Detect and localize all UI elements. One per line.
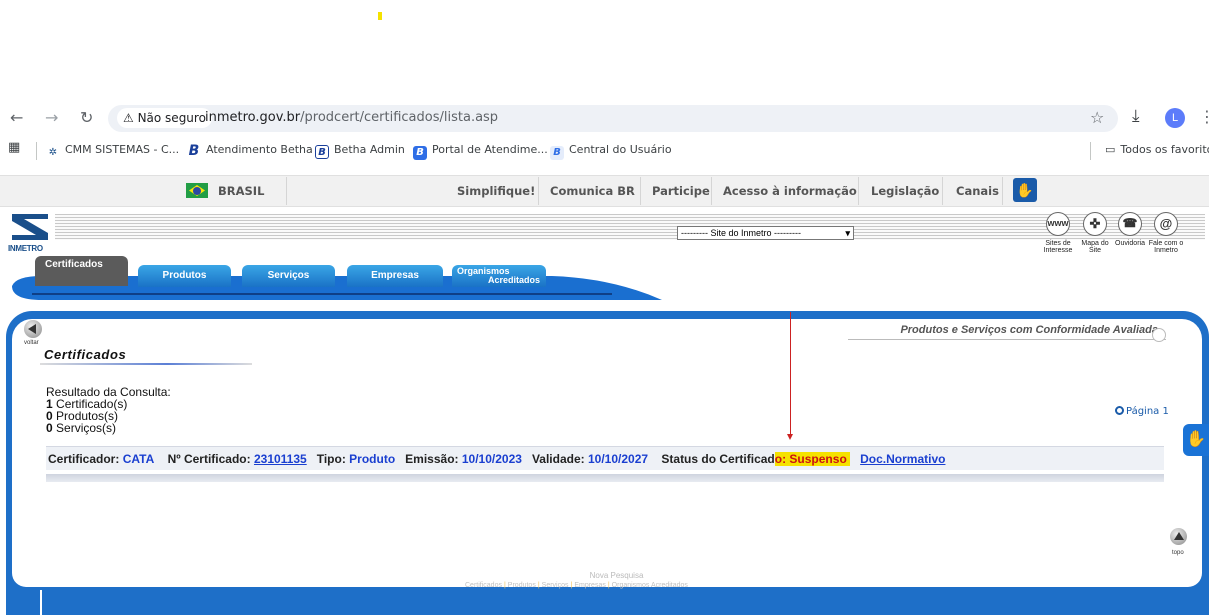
top-button-label[interactable]: topo bbox=[1172, 550, 1184, 556]
reload-icon[interactable]: ↻ bbox=[80, 108, 93, 127]
accessibility-hand-icon[interactable]: ✋ bbox=[1013, 178, 1037, 202]
accessibility-side-hand-icon[interactable]: ✋ bbox=[1183, 424, 1209, 456]
page-link[interactable]: Página 1 bbox=[1115, 406, 1169, 417]
footer-link-certificados[interactable]: Certificados bbox=[465, 582, 502, 589]
annotation-arrow bbox=[790, 312, 791, 436]
menu-kebab-icon[interactable]: ⋮ bbox=[1199, 107, 1209, 126]
back-arrow-icon[interactable]: ← bbox=[10, 108, 23, 127]
page-circle-icon bbox=[1115, 406, 1124, 415]
gov-separator bbox=[711, 177, 712, 205]
footer-link-servicos[interactable]: Serviços bbox=[542, 582, 569, 589]
betha-admin-icon: B bbox=[315, 145, 329, 159]
bookmark-separator bbox=[1090, 142, 1091, 160]
bookmark-portal-atendimento[interactable]: B Portal de Atendime... bbox=[413, 143, 548, 160]
footer-link-empresas[interactable]: Empresas bbox=[574, 582, 606, 589]
validade-value: 10/10/2027 bbox=[587, 452, 649, 466]
inmetro-logo-text: INMETRO bbox=[8, 244, 43, 253]
gov-brasil-link[interactable]: BRASIL bbox=[218, 184, 264, 198]
gov-separator bbox=[538, 177, 539, 205]
page-title: Certificados bbox=[44, 347, 127, 362]
bookmark-separator bbox=[36, 142, 37, 160]
bookmark-central-usuario[interactable]: B Central do Usuário bbox=[550, 143, 672, 160]
sites-interesse-label[interactable]: Sites de Interesse bbox=[1040, 240, 1076, 254]
gov-separator bbox=[858, 177, 859, 205]
mapa-site-icon[interactable]: ✜ bbox=[1083, 212, 1107, 236]
portal-icon: B bbox=[413, 146, 427, 160]
certificate-number-link[interactable]: 23101135 bbox=[254, 452, 307, 466]
gov-link-simplifique[interactable]: Simplifique! bbox=[457, 184, 535, 198]
all-bookmarks[interactable]: ▭Todos os favoritos bbox=[1105, 143, 1209, 156]
betha-icon: B bbox=[188, 143, 200, 159]
profile-avatar[interactable]: L bbox=[1165, 108, 1185, 128]
sites-interesse-icon[interactable]: www bbox=[1046, 212, 1070, 236]
nova-pesquisa-link[interactable]: Nova Pesquisa bbox=[0, 571, 1209, 580]
title-underline bbox=[40, 363, 252, 365]
status-badge: o: Suspenso bbox=[774, 452, 851, 466]
tab-empresas[interactable]: Empresas bbox=[347, 265, 443, 287]
inmetro-logo-icon[interactable] bbox=[10, 212, 50, 242]
header-stripes bbox=[55, 214, 1205, 240]
back-button-label[interactable]: voltar bbox=[24, 340, 39, 346]
gov-separator bbox=[1002, 177, 1003, 205]
tab-organismos-acreditados[interactable]: Organismos Acreditados bbox=[452, 265, 546, 287]
bookmark-betha-admin[interactable]: B Betha Admin bbox=[315, 143, 405, 159]
gov-link-acesso[interactable]: Acesso à informação bbox=[723, 184, 857, 198]
ouvidoria-icon[interactable]: ☎ bbox=[1118, 212, 1142, 236]
gov-link-canais[interactable]: Canais bbox=[956, 184, 999, 198]
results-summary: Resultado da Consulta: 1 Certificado(s) … bbox=[46, 386, 171, 434]
url-text[interactable]: inmetro.gov.br/prodcert/certificados/lis… bbox=[205, 110, 498, 125]
footer-links: Certificados | Produtos | Serviços | Empresas |… bbox=[465, 582, 688, 589]
mapa-site-label[interactable]: Mapa do Site bbox=[1077, 240, 1113, 254]
certificador-value: CATA bbox=[122, 452, 155, 466]
tipo-value: Produto bbox=[349, 452, 396, 466]
top-button-icon[interactable] bbox=[1170, 528, 1187, 545]
chevron-down-icon: ▾ bbox=[845, 228, 850, 238]
tab-servicos[interactable]: Serviços bbox=[242, 265, 335, 287]
yellow-mark bbox=[378, 12, 382, 20]
forward-arrow-icon[interactable]: → bbox=[45, 108, 58, 127]
folder-icon: ▭ bbox=[1105, 143, 1116, 156]
bookmark-atendimento-betha[interactable]: B Atendimento Betha bbox=[187, 143, 313, 158]
gov-link-participe[interactable]: Participe bbox=[652, 184, 710, 198]
gov-separator bbox=[640, 177, 641, 205]
section-caption: Produtos e Serviços com Conformidade Ava… bbox=[848, 324, 1166, 340]
bookmark-star-icon[interactable]: ☆ bbox=[1090, 108, 1104, 127]
tab-certificados[interactable]: Certificados bbox=[35, 256, 128, 286]
apps-grid-icon[interactable]: ▦ bbox=[8, 140, 20, 155]
download-icon[interactable]: ⤓ bbox=[1132, 106, 1140, 126]
tab-produtos[interactable]: Produtos bbox=[138, 265, 231, 287]
site-select-dropdown[interactable]: --------- Site do Inmetro --------- ▾ bbox=[677, 226, 854, 240]
fale-com-label[interactable]: Fale com o Inmetro bbox=[1148, 240, 1184, 254]
brazil-flag-icon bbox=[186, 183, 208, 198]
certificate-row: Certificador: CATA Nº Certificado: 23101… bbox=[46, 446, 1164, 470]
results-servicos: 0 Serviços(s) bbox=[46, 421, 117, 435]
footer-link-produtos[interactable]: Produtos bbox=[508, 582, 536, 589]
security-indicator[interactable]: ⚠ Não seguro bbox=[117, 108, 212, 128]
ouvidoria-label[interactable]: Ouvidoria bbox=[1112, 240, 1148, 247]
annotation-arrow-head bbox=[787, 434, 793, 440]
doc-normativo-link[interactable]: Doc.Normativo bbox=[860, 452, 945, 466]
cmm-icon: ✲ bbox=[48, 147, 58, 158]
footer-link-organismos[interactable]: Organismos Acreditados bbox=[612, 582, 688, 589]
gov-link-comunica[interactable]: Comunica BR bbox=[550, 184, 635, 198]
gov-link-legislacao[interactable]: Legislação bbox=[871, 184, 939, 198]
row-bottom-bar bbox=[46, 474, 1164, 482]
caption-circle bbox=[1152, 328, 1166, 342]
gov-separator bbox=[286, 177, 287, 205]
panel-divider bbox=[40, 590, 42, 615]
gov-separator bbox=[942, 177, 943, 205]
fale-com-icon[interactable]: @ bbox=[1154, 212, 1178, 236]
emissao-value: 10/10/2023 bbox=[461, 452, 522, 466]
back-button-icon[interactable] bbox=[24, 320, 42, 338]
central-icon: B bbox=[550, 146, 564, 160]
bookmark-cmm[interactable]: ✲ CMM SISTEMAS - C... bbox=[46, 143, 179, 160]
